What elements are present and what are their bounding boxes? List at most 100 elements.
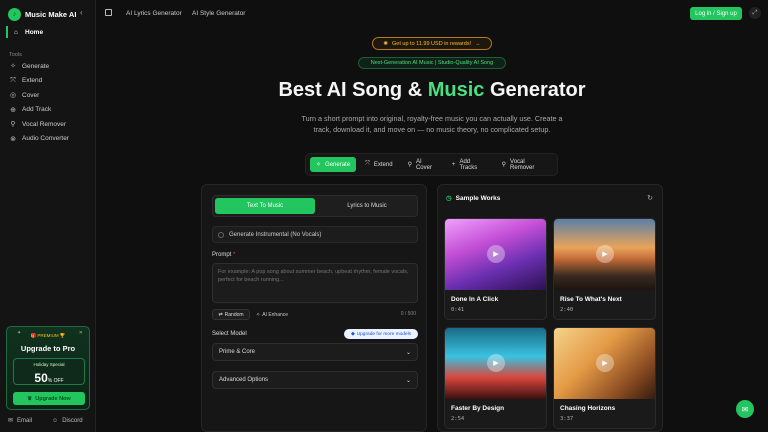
sample-title: Chasing Horizons [560,405,616,412]
sidebar-item-generate[interactable]: ✧ Generate [9,61,69,72]
tab-add-tracks[interactable]: + Add Tracks [446,157,493,172]
top-bar: AI Lyrics Generator AI Style Generator L… [96,0,768,26]
sidebar-item-label: Extend [22,77,43,85]
chat-support-button[interactable]: ✉ [736,400,754,418]
sidebar-nav: ✧ Generate ⤧ Extend ◎ Cover ⊕ Add Track … [9,61,69,144]
sample-card[interactable]: ▶ Rise To What's Next 2:40 [553,218,656,320]
crown-icon: ♛ [27,395,33,402]
sidebar-item-label: Home [25,28,44,36]
chevron-down-icon: ⌄ [405,377,411,384]
history-icon: ◷ [446,195,452,202]
tagline-badge: Next-Generation AI Music | Studio-Qualit… [358,57,506,69]
sample-works-title: ◷ Sample Works [446,194,501,203]
sidebar-item-label: Generate [22,62,50,70]
sidebar-item-audio-converter[interactable]: ⊗ Audio Converter [9,134,69,145]
convert-icon: ⊗ [10,135,16,143]
sidebar-item-extend[interactable]: ⤧ Extend [9,76,69,87]
instrumental-option[interactable]: Generate Instrumental (No Vocals) [212,226,418,243]
plus-icon: + [451,161,456,168]
app: ♪ Music Make AI ‹ ⌂ Home Tools ✧ Generat… [0,0,768,432]
upgrade-models-badge[interactable]: ◆ Upgrade for more models [344,329,418,339]
expand-icon[interactable]: ⤢ [749,7,761,19]
diamond-icon: ◆ [350,331,355,337]
nav-link-lyrics-generator[interactable]: AI Lyrics Generator [126,10,182,17]
tab-generate[interactable]: ✧ Generate [310,157,357,172]
premium-badge: 🎁 PREMIUM 🏆 [30,333,66,338]
arrow-right-icon: → [475,40,481,47]
mic-icon: ⚲ [407,162,412,168]
tools-section-label: Tools [9,52,22,58]
deal-label: Holiday Special [33,362,65,367]
collapse-sidebar-icon[interactable]: ‹ [80,8,83,17]
reward-banner[interactable]: ✺ Get up to 11.99 USD in rewards! → [372,37,492,50]
tool-tabs: ✧ Generate ⤧ Extend ⚲ AI Cover + Add Tracks … [305,153,558,176]
refresh-icon[interactable]: ↻ [647,194,653,202]
tab-vocal-remover[interactable]: ⚲ Vocal Remover [496,157,553,172]
nav-link-style-generator[interactable]: AI Style Generator [192,10,245,17]
prompt-char-count: 0 / 500 [400,311,416,317]
deal-value: 50% OFF [34,371,64,385]
mic-off-icon: ⚲ [501,162,507,168]
advanced-options-toggle[interactable]: Advanced Options ⌄ [212,371,418,389]
extend-icon: ⤧ [365,161,370,167]
disc-icon: ◎ [9,92,17,100]
random-button[interactable]: ⇄ Random [212,309,250,320]
page-description: Turn a short prompt into original, royal… [301,114,563,134]
login-button[interactable]: Log in / Sign up [690,7,742,20]
gift-icon: ✺ [383,40,389,47]
play-icon[interactable]: ▶ [596,354,614,372]
model-select[interactable]: Prime & Core ⌄ [212,343,418,361]
page-title: Best AI Song & Music Generator [278,79,586,101]
play-icon[interactable]: ▶ [487,354,505,372]
sample-card[interactable]: ▶ Done In A Click 0:41 [444,218,547,320]
mail-icon: ✉ [8,418,14,424]
sidebar-item-add-track[interactable]: ⊕ Add Track [9,105,69,116]
sidebar-item-cover[interactable]: ◎ Cover [9,90,69,101]
extend-icon: ⤧ [10,76,16,84]
sidebar-item-home[interactable]: ⌂ Home [6,26,90,38]
play-icon[interactable]: ▶ [596,245,614,263]
sidebar-item-label: Audio Converter [22,135,69,143]
mode-text-to-music[interactable]: Text To Music [215,198,315,214]
mode-lyrics-to-music[interactable]: Lyrics to Music [317,198,417,214]
sparkles-icon: ✧ [316,162,322,168]
mic-off-icon: ⚲ [10,121,16,129]
mode-toggle: Text To Music Lyrics to Music [212,195,418,217]
tab-ai-cover[interactable]: ⚲ AI Cover [402,157,443,172]
discord-link[interactable]: ☺ Discord [52,417,82,424]
discord-icon: ☺ [52,417,59,424]
sample-duration: 2:54 [451,416,465,422]
sidebar-item-label: Cover [22,91,40,99]
plus-circle-icon: ⊕ [10,106,16,114]
prompt-input[interactable] [212,263,418,303]
sample-card[interactable]: ▶ Chasing Horizons 3:37 [553,327,656,429]
logo-icon: ♪ [8,7,21,21]
model-label: Select Model [212,331,247,337]
upgrade-now-button[interactable]: ♛ Upgrade Now [13,392,85,405]
upgrade-title: Upgrade to Pro [20,344,76,353]
sparkles-icon: ✧ [10,63,16,71]
sidebar-item-label: Vocal Remover [22,120,67,128]
email-link[interactable]: ✉ Email [8,417,32,425]
sidebar-item-vocal-remover[interactable]: ⚲ Vocal Remover [9,119,69,130]
prompt-label: Prompt * [212,252,236,258]
home-icon: ⌂ [14,28,18,36]
upgrade-promo-card: ✦ ✕ 🎁 PREMIUM 🏆 Upgrade to Pro Holiday S… [6,326,90,410]
tab-extend[interactable]: ⤧ Extend [359,157,399,172]
brand[interactable]: ♪ Music Make AI [8,6,76,22]
ai-enhance-button[interactable]: ✧ AI Enhance [256,309,296,320]
sample-title: Rise To What's Next [560,296,622,303]
play-icon[interactable]: ▶ [487,245,505,263]
sidebar-toggle-icon[interactable] [105,9,112,16]
instrumental-radio[interactable] [218,231,224,238]
brand-name: Music Make AI [25,9,77,19]
sample-title: Faster By Design [451,405,505,412]
sample-duration: 3:37 [560,416,574,422]
sample-duration: 2:40 [560,307,574,313]
generate-form-panel: Text To Music Lyrics to Music Generate I… [201,184,427,432]
chevron-down-icon: ⌄ [405,349,411,356]
sample-card[interactable]: ▶ Faster By Design 2:54 [444,327,547,429]
sample-duration: 0:41 [451,307,465,313]
sidebar-footer: ✉ Email ☺ Discord [8,417,83,425]
sample-works-panel: ◷ Sample Works ↻ ▶ Done In A Click 0:41 … [437,184,663,432]
